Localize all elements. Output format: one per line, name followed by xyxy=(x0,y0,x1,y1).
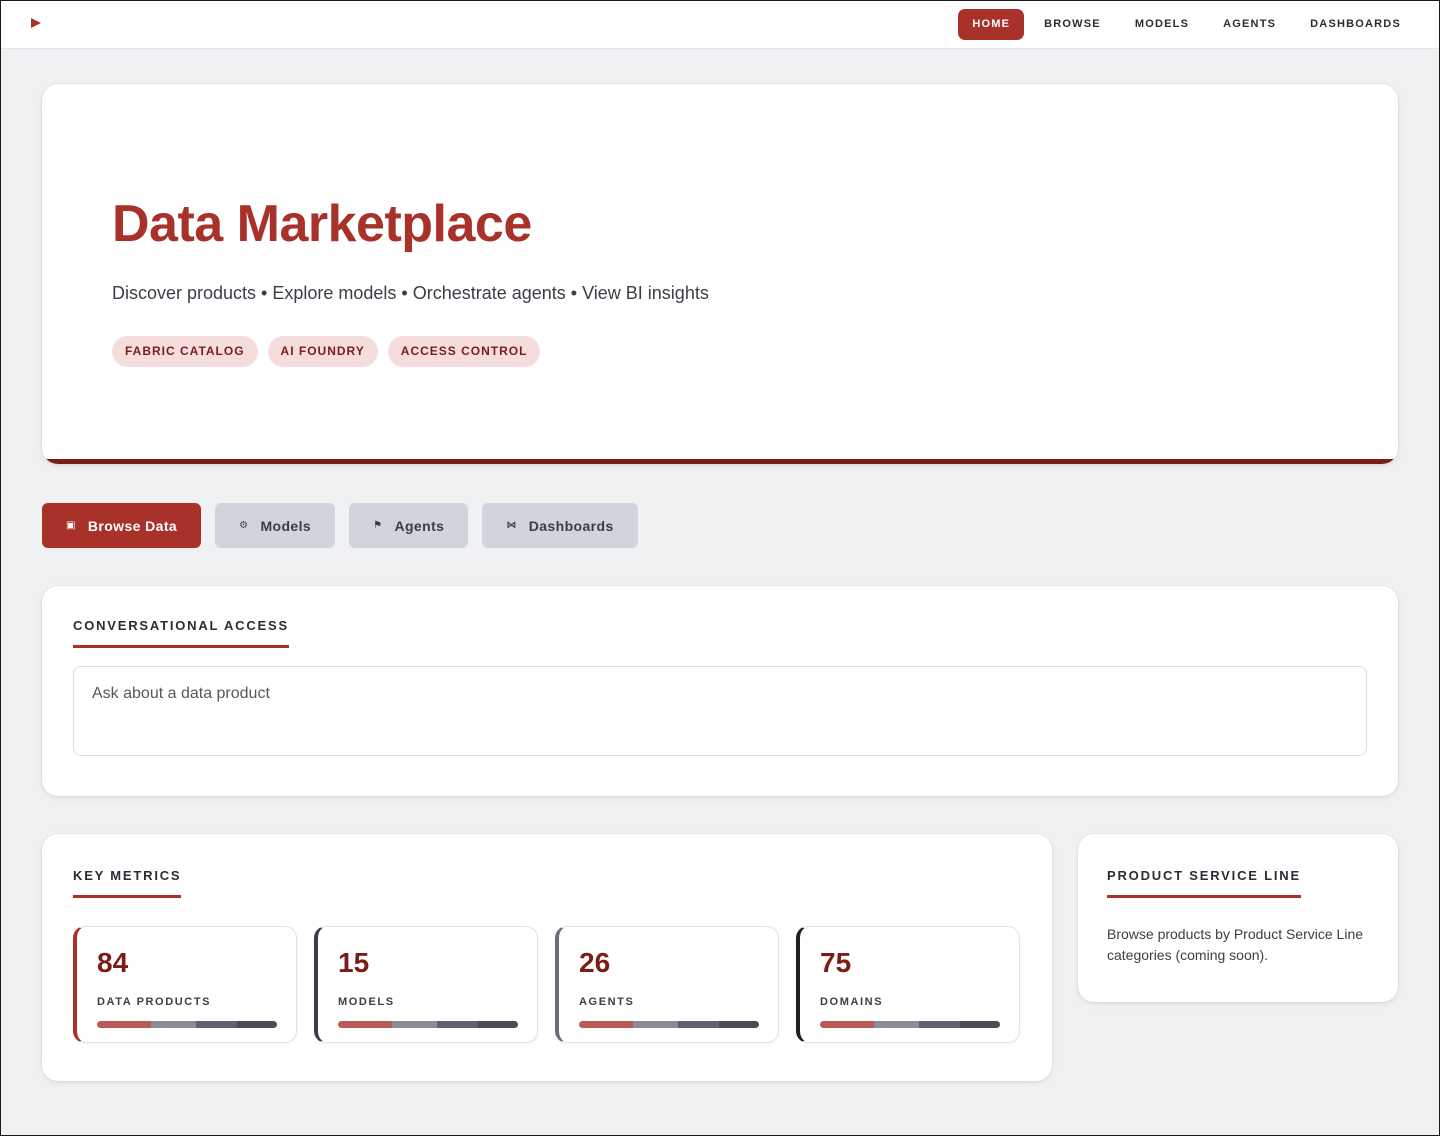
metric-value: 15 xyxy=(338,947,370,978)
gear-icon: ⚙ xyxy=(239,520,249,531)
product-service-line-card: PRODUCT SERVICE LINE Browse products by … xyxy=(1078,834,1398,1002)
metric-label: MODELS xyxy=(338,996,395,1008)
main-nav: HOME BROWSE MODELS AGENTS DASHBOARDS xyxy=(958,9,1415,40)
models-label: Models xyxy=(260,517,312,534)
nav-dashboards[interactable]: DASHBOARDS xyxy=(1296,9,1415,40)
metric-bar-segment xyxy=(960,1021,1000,1028)
metric-label: DOMAINS xyxy=(820,996,884,1008)
hero-accent-bar xyxy=(42,459,1398,464)
nav-models[interactable]: MODELS xyxy=(1121,9,1203,40)
metric-bar-segment xyxy=(820,1021,874,1028)
nav-agents[interactable]: AGENTS xyxy=(1209,9,1290,40)
key-metrics-card: KEY METRICS 84 DATA PRODUCTS 15 MODELS 2… xyxy=(42,834,1052,1081)
metric-label: AGENTS xyxy=(579,996,635,1008)
metric-bar-segment xyxy=(196,1021,237,1028)
metric-bar xyxy=(338,1021,518,1028)
metric-label: DATA PRODUCTS xyxy=(97,996,212,1008)
chip-ai-foundry: AI FOUNDRY xyxy=(267,336,378,367)
metric-bar-segment xyxy=(437,1021,478,1028)
product-service-line-title: PRODUCT SERVICE LINE xyxy=(1107,868,1301,898)
metric-bar xyxy=(579,1021,759,1028)
top-navbar: HOME BROWSE MODELS AGENTS DASHBOARDS xyxy=(1,1,1439,49)
hero-chips: FABRIC CATALOG AI FOUNDRY ACCESS CONTROL xyxy=(112,336,541,367)
ask-input[interactable] xyxy=(73,666,1367,756)
metric-bar-segment xyxy=(151,1021,196,1028)
dashboard-icon: ⋈ xyxy=(506,520,517,531)
browse-data-button[interactable]: ▣ Browse Data xyxy=(42,503,202,548)
metric-bar-segment xyxy=(392,1021,437,1028)
chip-access-control: ACCESS CONTROL xyxy=(387,336,541,367)
metric-bar-segment xyxy=(633,1021,678,1028)
hero-subtitle: Discover products • Explore models • Orc… xyxy=(112,283,709,303)
metric-bar-segment xyxy=(237,1021,277,1028)
metric-bar-segment xyxy=(579,1021,633,1028)
key-metrics-title: KEY METRICS xyxy=(73,868,182,898)
metric-bar-segment xyxy=(874,1021,919,1028)
metric-bar xyxy=(97,1021,277,1028)
agents-label: Agents xyxy=(394,517,445,534)
metric-bar xyxy=(820,1021,1000,1028)
metric-bar-segment xyxy=(719,1021,759,1028)
agents-button[interactable]: ⚑ Agents xyxy=(349,503,469,548)
metric-value: 26 xyxy=(579,947,611,978)
metric-card-data-products: 84 DATA PRODUCTS xyxy=(73,926,297,1043)
metric-value: 84 xyxy=(97,947,129,978)
metric-value: 75 xyxy=(820,947,852,978)
action-buttons: ▣ Browse Data ⚙ Models ⚑ Agents ⋈ Dashbo… xyxy=(42,503,638,548)
logo-play-icon[interactable] xyxy=(31,18,41,28)
browse-data-label: Browse Data xyxy=(87,517,178,534)
conversational-access-card: CONVERSATIONAL ACCESS xyxy=(42,586,1398,796)
flag-icon: ⚑ xyxy=(373,520,383,531)
models-button[interactable]: ⚙ Models xyxy=(215,503,336,548)
conversational-access-title: CONVERSATIONAL ACCESS xyxy=(73,618,289,648)
dashboards-button[interactable]: ⋈ Dashboards xyxy=(482,503,638,548)
metric-bar-segment xyxy=(97,1021,151,1028)
metric-card-agents: 26 AGENTS xyxy=(555,926,779,1043)
product-service-line-text: Browse products by Product Service Line … xyxy=(1107,926,1364,963)
metrics-grid: 84 DATA PRODUCTS 15 MODELS 26 AGENTS 75 … xyxy=(73,926,1020,1043)
nav-browse[interactable]: BROWSE xyxy=(1030,9,1115,40)
page-title: Data Marketplace xyxy=(112,195,532,253)
metric-card-models: 15 MODELS xyxy=(314,926,538,1043)
data-icon: ▣ xyxy=(66,520,76,531)
hero-card: Data Marketplace Discover products • Exp… xyxy=(42,84,1398,464)
metric-bar-segment xyxy=(478,1021,518,1028)
nav-home[interactable]: HOME xyxy=(958,9,1025,40)
metric-bar-segment xyxy=(919,1021,960,1028)
metric-card-domains: 75 DOMAINS xyxy=(796,926,1020,1043)
metric-bar-segment xyxy=(678,1021,719,1028)
metric-bar-segment xyxy=(338,1021,392,1028)
dashboards-label: Dashboards xyxy=(528,517,614,534)
chip-fabric-catalog: FABRIC CATALOG xyxy=(112,336,258,367)
